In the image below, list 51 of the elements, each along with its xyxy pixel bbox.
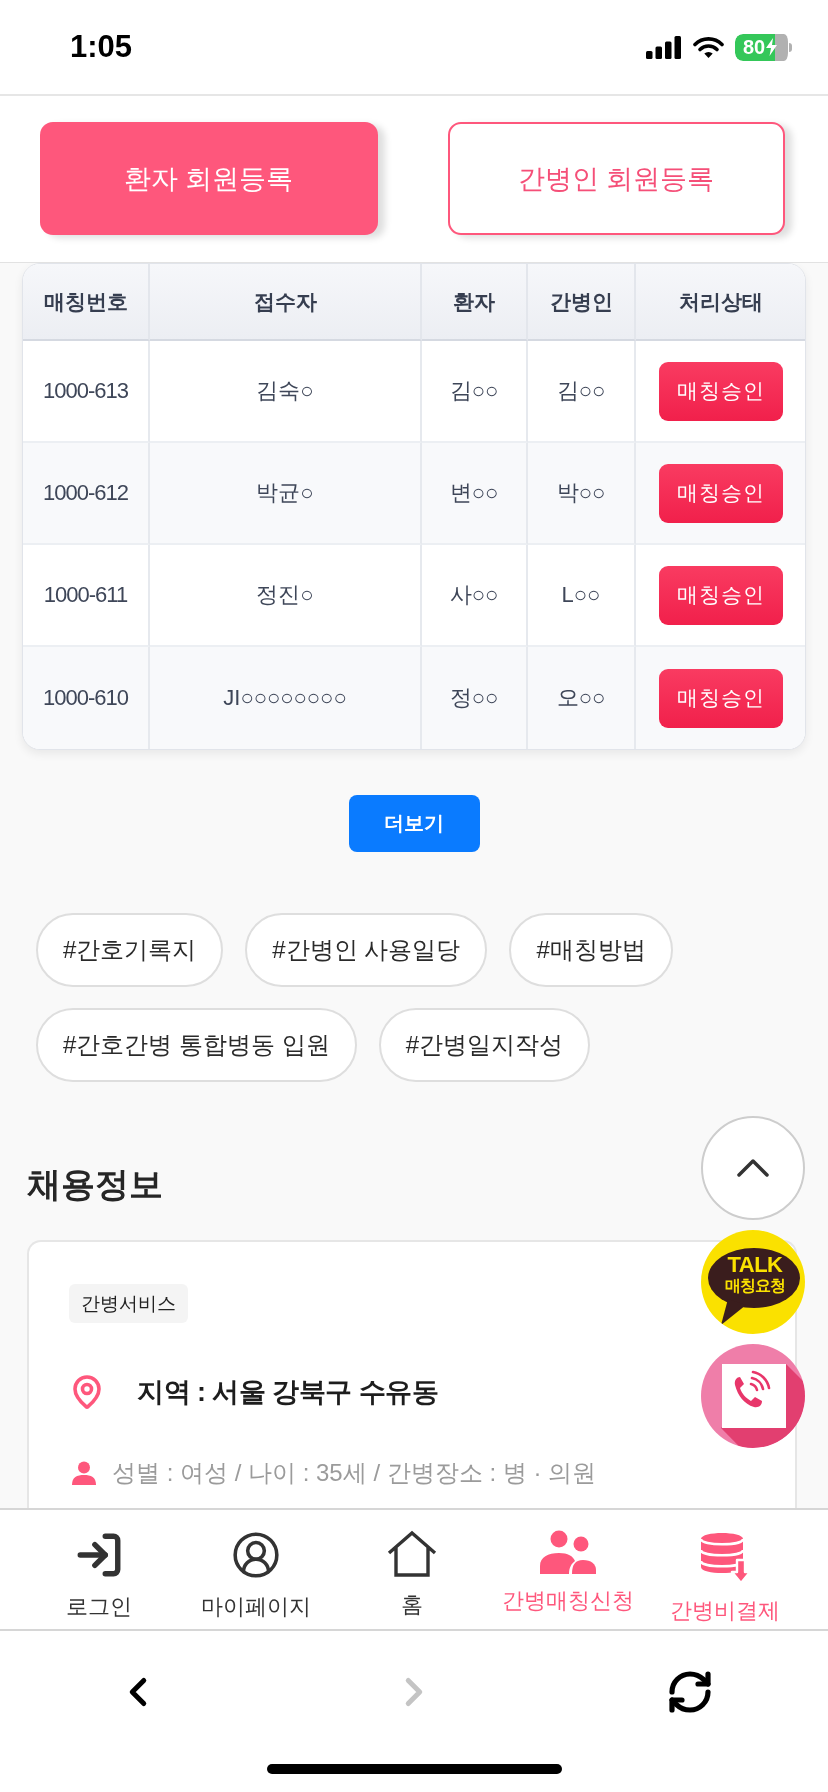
table-cell: 1000-611 [23,545,150,647]
job-details-text: 성별 : 여성 / 나이 : 35세 / 간병장소 : 병 · 의원 [112,1458,597,1488]
approve-button[interactable]: 매칭승인 [658,668,783,728]
table-cell: 오○○ [528,647,636,749]
table-cell: 사○○ [422,545,528,647]
hashtag-chip[interactable]: #간호기록지 [36,913,224,987]
table-cell: 박○○ [528,443,636,545]
database-arrow-icon [699,1530,750,1584]
column-header: 간병인 [528,264,636,341]
table-cell: 김○○ [528,341,636,443]
hashtag-chip[interactable]: #간병일지작성 [378,1008,591,1082]
tab-bar-item[interactable]: 홈 [333,1510,491,1629]
table-cell: 1000-612 [23,443,150,545]
signal-icon [646,35,682,59]
category-label: 간병서비스 [69,1284,188,1323]
lightning-icon [766,38,778,56]
more-button[interactable]: 더보기 [348,795,480,852]
home-icon [386,1530,438,1578]
column-header: 환자 [422,264,528,341]
column-header: 매칭번호 [23,264,150,341]
column-header: 처리상태 [636,264,805,341]
approve-button[interactable]: 매칭승인 [658,463,783,523]
table-cell: JI○○○○○○○○ [150,647,422,749]
column-header: 접수자 [150,264,422,341]
table-cell: L○○ [528,545,636,647]
reload-icon [666,1668,714,1716]
approve-button[interactable]: 매칭승인 [658,361,783,421]
hashtag-chip[interactable]: #간병인 사용일당 [245,913,488,987]
battery-percentage: 80 [742,36,766,58]
table-cell: 김○○ [422,341,528,443]
tab-bar-item[interactable]: 마이페이지 [177,1510,334,1629]
region-text: 지역 : 서울 강북구 수유동 [137,1376,439,1409]
approve-button[interactable]: 매칭승인 [658,565,783,625]
table-cell: 정○○ [422,647,528,749]
table-cell: 박균○ [150,443,422,545]
table-cell: 1000-613 [23,341,150,443]
table-cell: 정진○ [150,545,422,647]
speech-bubble-icon [706,1247,801,1326]
status-time: 1:05 [70,29,133,65]
table-cell: 김숙○ [150,341,422,443]
reload-button[interactable] [666,1668,714,1716]
hashtag-chip[interactable]: #매칭방법 [509,913,673,987]
table-cell: 변○○ [422,443,528,545]
user-circle-icon [230,1530,281,1580]
tab-bar-item[interactable]: 로그인 [21,1510,178,1629]
person-icon [72,1461,96,1485]
table-cell: 1000-610 [23,647,150,749]
hashtag-chip[interactable]: #간호간병 통합병동 입원 [36,1008,357,1082]
people-icon [540,1530,597,1574]
section-title: 채용정보 [27,1164,163,1205]
wifi-icon [693,35,724,59]
